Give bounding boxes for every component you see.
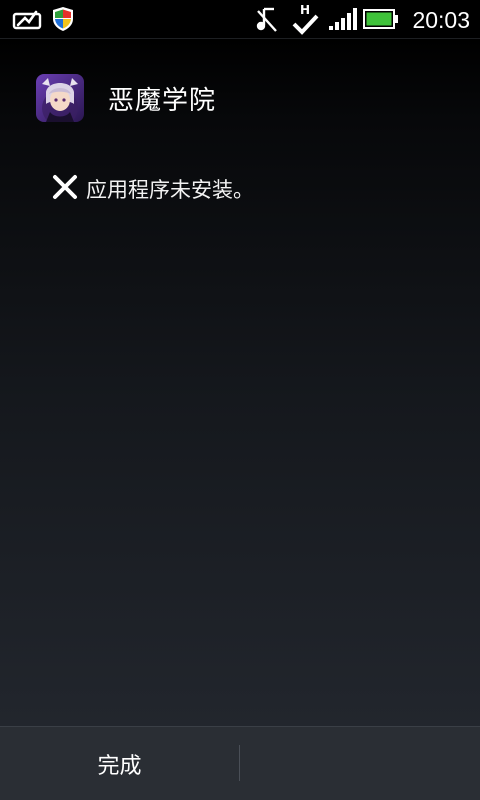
done-button[interactable]: 完成: [0, 727, 239, 800]
shield-icon: [52, 0, 74, 38]
hspa-sync-icon: H: [290, 0, 320, 38]
empty-button-slot: [240, 727, 480, 800]
music-off-icon: [254, 0, 278, 38]
signal-icon: [328, 0, 358, 38]
app-header: 恶魔学院: [36, 72, 216, 124]
app-install-result-screen: H 20:03 恶魔学院 应用程序未安装。 完成: [0, 0, 480, 800]
result-message: 应用程序未安装。: [86, 178, 254, 202]
install-result: 应用程序未安装。: [52, 172, 254, 206]
close-icon: [52, 174, 78, 204]
bottom-action-bar: 完成: [0, 726, 480, 800]
status-clock: 20:03: [412, 7, 470, 33]
status-bar: H 20:03: [0, 0, 480, 39]
app-icon: [36, 74, 84, 122]
battery-icon: [363, 0, 399, 38]
image-icon: [12, 0, 42, 38]
svg-text:H: H: [300, 3, 310, 17]
app-name: 恶魔学院: [108, 85, 217, 116]
